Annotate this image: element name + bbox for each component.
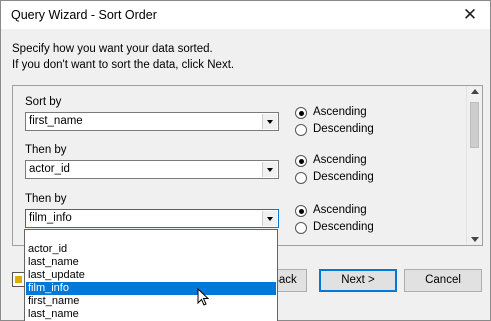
- then-by-label-2: Then by: [25, 193, 67, 205]
- ascending-radio[interactable]: [295, 107, 307, 119]
- instruction-line-1: Specify how you want your data sorted.: [12, 43, 213, 55]
- descending-radio[interactable]: [295, 124, 307, 136]
- then-by-combo-2[interactable]: film_info: [25, 209, 279, 228]
- title-bar: Query Wizard - Sort Order ✕: [1, 1, 490, 29]
- chevron-down-icon[interactable]: [262, 114, 277, 129]
- list-item[interactable]: last_name: [26, 308, 276, 321]
- instruction-line-2: If you don't want to sort the data, clic…: [12, 59, 235, 71]
- chevron-down-icon[interactable]: [262, 211, 277, 226]
- then-by-value-1: actor_id: [29, 163, 70, 175]
- cancel-button[interactable]: Cancel: [404, 269, 482, 292]
- scroll-up-icon[interactable]: [471, 89, 479, 94]
- sort-by-label: Sort by: [25, 96, 62, 108]
- scroll-thumb[interactable]: [470, 102, 479, 148]
- chevron-down-icon[interactable]: [262, 162, 277, 177]
- ascending-radio[interactable]: [295, 155, 307, 167]
- sort-options-panel: Sort by first_name Ascending Descending …: [12, 85, 483, 246]
- ascending-label: Ascending: [313, 106, 367, 118]
- sort-by-value: first_name: [29, 115, 83, 127]
- window-title: Query Wizard - Sort Order: [11, 8, 157, 22]
- list-item[interactable]: last_update: [26, 269, 276, 282]
- list-item-selected[interactable]: film_info: [26, 282, 276, 295]
- list-item[interactable]: actor_id: [26, 243, 276, 256]
- field-dropdown-list[interactable]: actor_id last_name last_update film_info…: [24, 229, 278, 321]
- then-by-combo-1[interactable]: actor_id: [25, 160, 279, 179]
- ascending-radio[interactable]: [295, 205, 307, 217]
- mouse-pointer-icon: [197, 288, 210, 306]
- descending-radio[interactable]: [295, 172, 307, 184]
- then-by-value-2: film_info: [29, 212, 72, 224]
- list-item[interactable]: last_name: [26, 256, 276, 269]
- ascending-label: Ascending: [313, 204, 367, 216]
- descending-radio[interactable]: [295, 222, 307, 234]
- descending-label: Descending: [313, 123, 374, 135]
- descending-label: Descending: [313, 171, 374, 183]
- panel-scrollbar[interactable]: [466, 86, 482, 245]
- list-item[interactable]: first_name: [26, 295, 276, 308]
- close-icon[interactable]: ✕: [458, 4, 482, 26]
- descending-label: Descending: [313, 221, 374, 233]
- next-button[interactable]: Next >: [319, 269, 397, 292]
- ascending-label: Ascending: [313, 154, 367, 166]
- list-item[interactable]: [26, 230, 276, 243]
- query-wizard-dialog: Query Wizard - Sort Order ✕ Specify how …: [0, 0, 491, 321]
- sort-by-combo[interactable]: first_name: [25, 112, 279, 131]
- then-by-label-1: Then by: [25, 144, 67, 156]
- scroll-down-icon[interactable]: [471, 237, 479, 242]
